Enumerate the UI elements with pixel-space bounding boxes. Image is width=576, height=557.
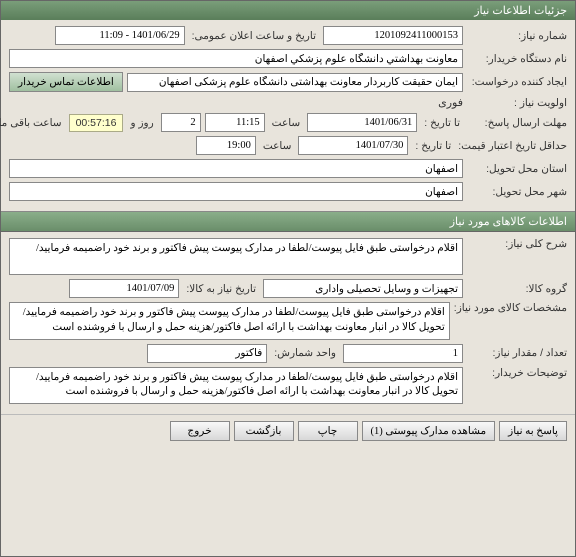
need-by-input[interactable] bbox=[69, 279, 179, 298]
deadline-date-input[interactable] bbox=[307, 113, 417, 132]
province-label: استان محل تحویل: bbox=[467, 163, 567, 175]
goods-header-text: اطلاعات کالاهای مورد نیاز bbox=[450, 216, 567, 228]
group-label: گروه کالا: bbox=[467, 283, 567, 295]
contact-buyer-button[interactable]: اطلاعات تماس خریدار bbox=[9, 72, 123, 92]
print-button[interactable]: چاپ bbox=[298, 421, 358, 441]
deadline-label: مهلت ارسال پاسخ: bbox=[467, 117, 567, 129]
creator-input[interactable] bbox=[127, 73, 463, 92]
group-input[interactable] bbox=[263, 279, 463, 298]
days-remaining-input[interactable] bbox=[161, 113, 201, 132]
announce-input[interactable] bbox=[55, 26, 185, 45]
city-input[interactable] bbox=[9, 182, 463, 201]
window-titlebar: جزئیات اطلاعات نیاز bbox=[1, 1, 575, 20]
province-input[interactable] bbox=[9, 159, 463, 178]
top-form: شماره نیاز: تاریخ و ساعت اعلان عمومی: نا… bbox=[1, 20, 575, 211]
qty-label: تعداد / مقدار نیاز: bbox=[467, 347, 567, 359]
main-window: جزئیات اطلاعات نیاز شماره نیاز: تاریخ و … bbox=[0, 0, 576, 557]
unit-label: واحد شمارش: bbox=[271, 347, 339, 359]
need-no-input[interactable] bbox=[323, 26, 463, 45]
days-and-label: روز و bbox=[127, 117, 156, 129]
price-validity-label: حداقل تاریخ اعتبار قیمت: bbox=[458, 140, 567, 152]
qty-input[interactable] bbox=[343, 344, 463, 363]
priority-label: اولویت نیاز : bbox=[467, 97, 567, 109]
need-desc-textarea[interactable] bbox=[9, 238, 463, 275]
remaining-label: ساعت باقی مانده bbox=[0, 117, 65, 129]
spec-label: مشخصات کالای مورد نیاز: bbox=[454, 302, 567, 314]
priority-value: فوری bbox=[438, 96, 463, 109]
buyer-label: نام دستگاه خریدار: bbox=[467, 53, 567, 65]
buyer-notes-label: توضیحات خریدار: bbox=[467, 367, 567, 379]
window-title: جزئیات اطلاعات نیاز bbox=[474, 5, 567, 17]
reply-button[interactable]: پاسخ به نیاز bbox=[499, 421, 567, 441]
need-desc-label: شرح کلی نیاز: bbox=[467, 238, 567, 250]
buyer-notes-textarea[interactable] bbox=[9, 367, 463, 404]
attachments-button[interactable]: مشاهده مدارک پیوستی (1) bbox=[362, 421, 496, 441]
creator-label: ایجاد کننده درخواست: bbox=[467, 76, 567, 88]
need-no-label: شماره نیاز: bbox=[467, 30, 567, 42]
goods-section-header: اطلاعات کالاهای مورد نیاز bbox=[1, 211, 575, 232]
exit-button[interactable]: خروج bbox=[170, 421, 230, 441]
time-label-1: ساعت bbox=[269, 117, 304, 129]
need-by-label: تاریخ نیاز به کالا: bbox=[183, 283, 259, 295]
price-time-input[interactable] bbox=[196, 136, 256, 155]
price-date-input[interactable] bbox=[298, 136, 408, 155]
unit-input[interactable] bbox=[147, 344, 267, 363]
footer-toolbar: پاسخ به نیاز مشاهده مدارک پیوستی (1) چاپ… bbox=[1, 414, 575, 447]
deadline-time-input[interactable] bbox=[205, 113, 265, 132]
announce-label: تاریخ و ساعت اعلان عمومی: bbox=[189, 30, 319, 42]
buyer-input[interactable] bbox=[9, 49, 463, 68]
time-label-2: ساعت bbox=[260, 140, 295, 152]
to-date-label-2: تا تاریخ : bbox=[412, 140, 454, 152]
back-button[interactable]: بازگشت bbox=[234, 421, 294, 441]
to-date-label: تا تاریخ : bbox=[421, 117, 463, 129]
city-label: شهر محل تحویل: bbox=[467, 186, 567, 198]
countdown-timer: 00:57:16 bbox=[69, 114, 124, 132]
spec-textarea[interactable] bbox=[9, 302, 450, 339]
goods-form: شرح کلی نیاز: گروه کالا: تاریخ نیاز به ک… bbox=[1, 232, 575, 414]
